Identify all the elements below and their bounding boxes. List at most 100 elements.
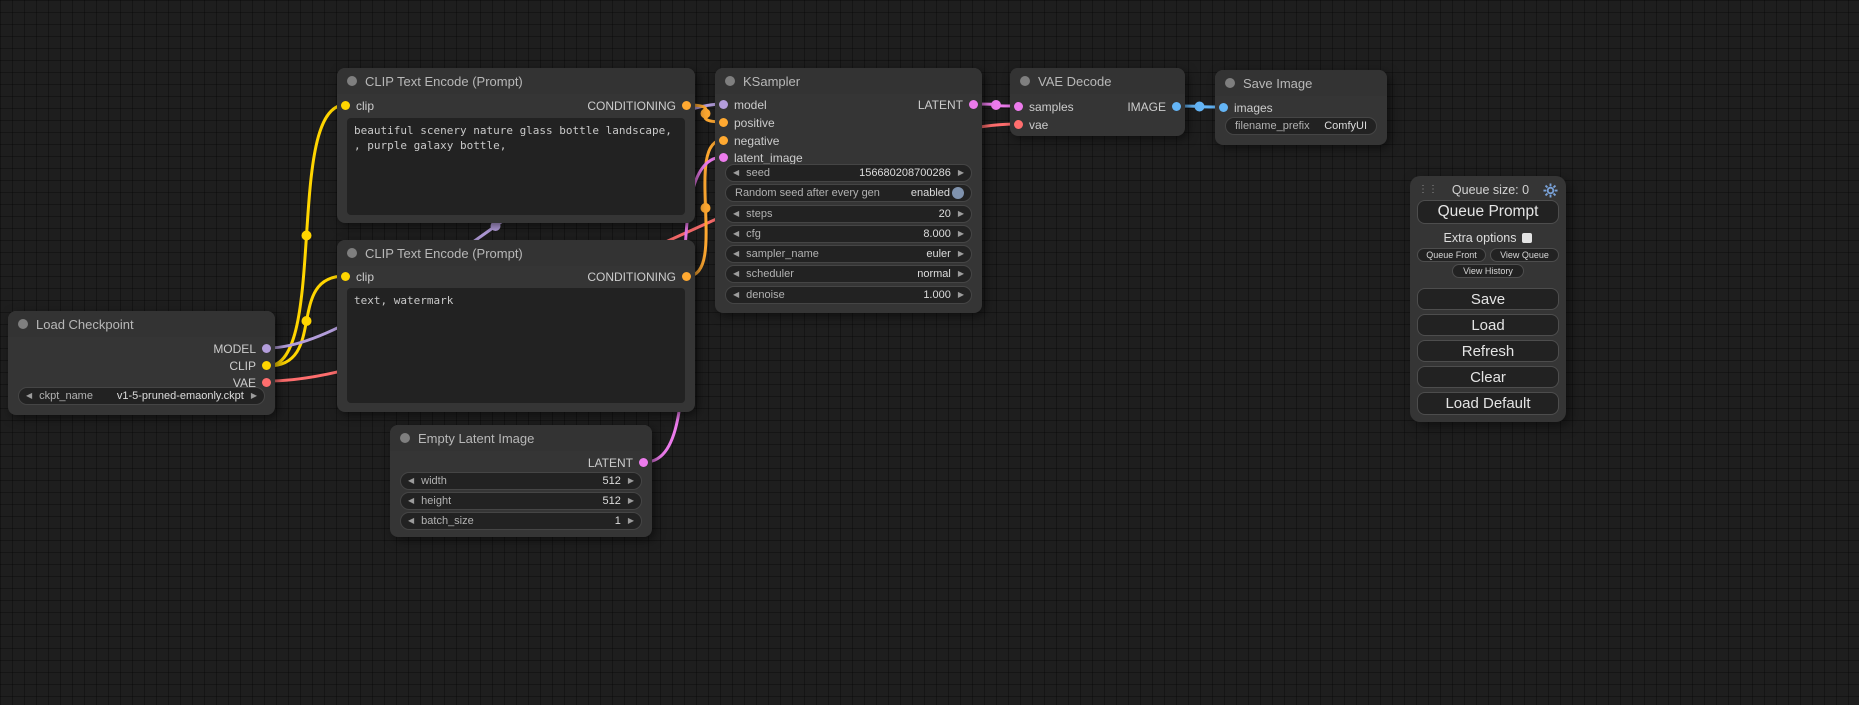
node-title-bar[interactable]: Empty Latent Image: [390, 425, 652, 451]
collapse-dot-icon[interactable]: [18, 319, 28, 329]
clip-slot-dot[interactable]: [262, 361, 271, 370]
vae-slot-dot[interactable]: [1014, 120, 1023, 129]
node-empty-latent-image[interactable]: Empty Latent Image LATENT ◀ width 512 ▶ …: [390, 425, 652, 537]
decrement-arrow-icon[interactable]: ◀: [408, 497, 414, 505]
input-slot-positive[interactable]: positive: [715, 114, 775, 131]
increment-arrow-icon[interactable]: ▶: [628, 517, 634, 525]
increment-arrow-icon[interactable]: ▶: [958, 230, 964, 238]
input-slot-vae[interactable]: vae: [1010, 116, 1048, 133]
toggle-knob[interactable]: [952, 187, 964, 199]
clear-button[interactable]: Clear: [1417, 366, 1559, 388]
queue-front-button[interactable]: Queue Front: [1417, 248, 1486, 262]
image-slot-dot[interactable]: [1219, 103, 1228, 112]
increment-arrow-icon[interactable]: ▶: [958, 270, 964, 278]
queue-prompt-button[interactable]: Queue Prompt: [1417, 200, 1559, 224]
collapse-dot-icon[interactable]: [347, 76, 357, 86]
output-slot-latent[interactable]: LATENT: [918, 96, 982, 113]
output-slot-clip[interactable]: CLIP: [229, 357, 275, 374]
node-clip-text-encode-negative[interactable]: CLIP Text Encode (Prompt) clip CONDITION…: [337, 240, 695, 412]
input-slot-clip[interactable]: clip: [337, 268, 374, 285]
widget-filename-prefix[interactable]: filename_prefix ComfyUI: [1225, 117, 1377, 135]
conditioning-slot-dot[interactable]: [682, 101, 691, 110]
decrement-arrow-icon[interactable]: ◀: [26, 392, 32, 400]
output-slot-latent[interactable]: LATENT: [588, 454, 652, 471]
latent-slot-dot[interactable]: [639, 458, 648, 467]
vae-slot-dot[interactable]: [262, 378, 271, 387]
drag-handle-icon[interactable]: ⋮⋮: [1418, 185, 1438, 195]
decrement-arrow-icon[interactable]: ◀: [733, 169, 739, 177]
save-button[interactable]: Save: [1417, 288, 1559, 310]
input-slot-negative[interactable]: negative: [715, 132, 779, 149]
node-ksampler[interactable]: KSampler model positive negative latent_…: [715, 68, 982, 313]
node-load-checkpoint[interactable]: Load Checkpoint MODEL CLIP VAE ◀ ckpt_na…: [8, 311, 275, 415]
decrement-arrow-icon[interactable]: ◀: [733, 250, 739, 258]
node-save-image[interactable]: Save Image images filename_prefix ComfyU…: [1215, 70, 1387, 145]
output-slot-conditioning[interactable]: CONDITIONING: [587, 97, 695, 114]
node-clip-text-encode-positive[interactable]: CLIP Text Encode (Prompt) clip CONDITION…: [337, 68, 695, 223]
node-vae-decode[interactable]: VAE Decode samples vae IMAGE: [1010, 68, 1185, 136]
extra-options-checkbox[interactable]: [1522, 233, 1532, 243]
settings-gear-icon[interactable]: [1543, 183, 1558, 198]
refresh-button[interactable]: Refresh: [1417, 340, 1559, 362]
node-title-bar[interactable]: CLIP Text Encode (Prompt): [337, 68, 695, 94]
widget-cfg[interactable]: ◀ cfg 8.000 ▶: [725, 225, 972, 243]
decrement-arrow-icon[interactable]: ◀: [408, 477, 414, 485]
widget-width[interactable]: ◀ width 512 ▶: [400, 472, 642, 490]
widget-batch-size[interactable]: ◀ batch_size 1 ▶: [400, 512, 642, 530]
node-title-bar[interactable]: KSampler: [715, 68, 982, 94]
collapse-dot-icon[interactable]: [1225, 78, 1235, 88]
widget-random-seed-toggle[interactable]: Random seed after every gen enabled: [725, 184, 972, 202]
view-history-button[interactable]: View History: [1452, 264, 1524, 278]
increment-arrow-icon[interactable]: ▶: [958, 210, 964, 218]
view-queue-button[interactable]: View Queue: [1490, 248, 1559, 262]
collapse-dot-icon[interactable]: [347, 248, 357, 258]
input-slot-model[interactable]: model: [715, 96, 767, 113]
latent-slot-dot[interactable]: [719, 153, 728, 162]
increment-arrow-icon[interactable]: ▶: [958, 291, 964, 299]
increment-arrow-icon[interactable]: ▶: [251, 392, 257, 400]
latent-slot-dot[interactable]: [969, 100, 978, 109]
widget-sampler-name[interactable]: ◀ sampler_name euler ▶: [725, 245, 972, 263]
widget-scheduler[interactable]: ◀ scheduler normal ▶: [725, 265, 972, 283]
node-title-bar[interactable]: CLIP Text Encode (Prompt): [337, 240, 695, 266]
widget-ckpt-name[interactable]: ◀ ckpt_name v1-5-pruned-emaonly.ckpt ▶: [18, 387, 265, 405]
prompt-textarea[interactable]: text, watermark: [347, 288, 685, 403]
input-slot-clip[interactable]: clip: [337, 97, 374, 114]
conditioning-slot-dot[interactable]: [719, 118, 728, 127]
output-slot-model[interactable]: MODEL: [213, 340, 275, 357]
decrement-arrow-icon[interactable]: ◀: [408, 517, 414, 525]
output-slot-image[interactable]: IMAGE: [1127, 98, 1185, 115]
collapse-dot-icon[interactable]: [400, 433, 410, 443]
input-slot-samples[interactable]: samples: [1010, 98, 1074, 115]
decrement-arrow-icon[interactable]: ◀: [733, 230, 739, 238]
model-slot-dot[interactable]: [719, 100, 728, 109]
collapse-dot-icon[interactable]: [725, 76, 735, 86]
increment-arrow-icon[interactable]: ▶: [628, 497, 634, 505]
widget-seed[interactable]: ◀ seed 156680208700286 ▶: [725, 164, 972, 182]
load-button[interactable]: Load: [1417, 314, 1559, 336]
input-slot-images[interactable]: images: [1215, 99, 1273, 116]
node-title-bar[interactable]: Load Checkpoint: [8, 311, 275, 337]
latent-slot-dot[interactable]: [1014, 102, 1023, 111]
load-default-button[interactable]: Load Default: [1417, 392, 1559, 415]
widget-height[interactable]: ◀ height 512 ▶: [400, 492, 642, 510]
model-slot-dot[interactable]: [262, 344, 271, 353]
decrement-arrow-icon[interactable]: ◀: [733, 210, 739, 218]
prompt-textarea[interactable]: beautiful scenery nature glass bottle la…: [347, 118, 685, 215]
increment-arrow-icon[interactable]: ▶: [628, 477, 634, 485]
clip-slot-dot[interactable]: [341, 101, 350, 110]
clip-slot-dot[interactable]: [341, 272, 350, 281]
image-slot-dot[interactable]: [1172, 102, 1181, 111]
conditioning-slot-dot[interactable]: [682, 272, 691, 281]
widget-denoise[interactable]: ◀ denoise 1.000 ▶: [725, 286, 972, 304]
conditioning-slot-dot[interactable]: [719, 136, 728, 145]
widget-steps[interactable]: ◀ steps 20 ▶: [725, 205, 972, 223]
node-title-bar[interactable]: VAE Decode: [1010, 68, 1185, 94]
output-slot-conditioning[interactable]: CONDITIONING: [587, 268, 695, 285]
decrement-arrow-icon[interactable]: ◀: [733, 291, 739, 299]
collapse-dot-icon[interactable]: [1020, 76, 1030, 86]
node-title-bar[interactable]: Save Image: [1215, 70, 1387, 96]
increment-arrow-icon[interactable]: ▶: [958, 250, 964, 258]
decrement-arrow-icon[interactable]: ◀: [733, 270, 739, 278]
increment-arrow-icon[interactable]: ▶: [958, 169, 964, 177]
